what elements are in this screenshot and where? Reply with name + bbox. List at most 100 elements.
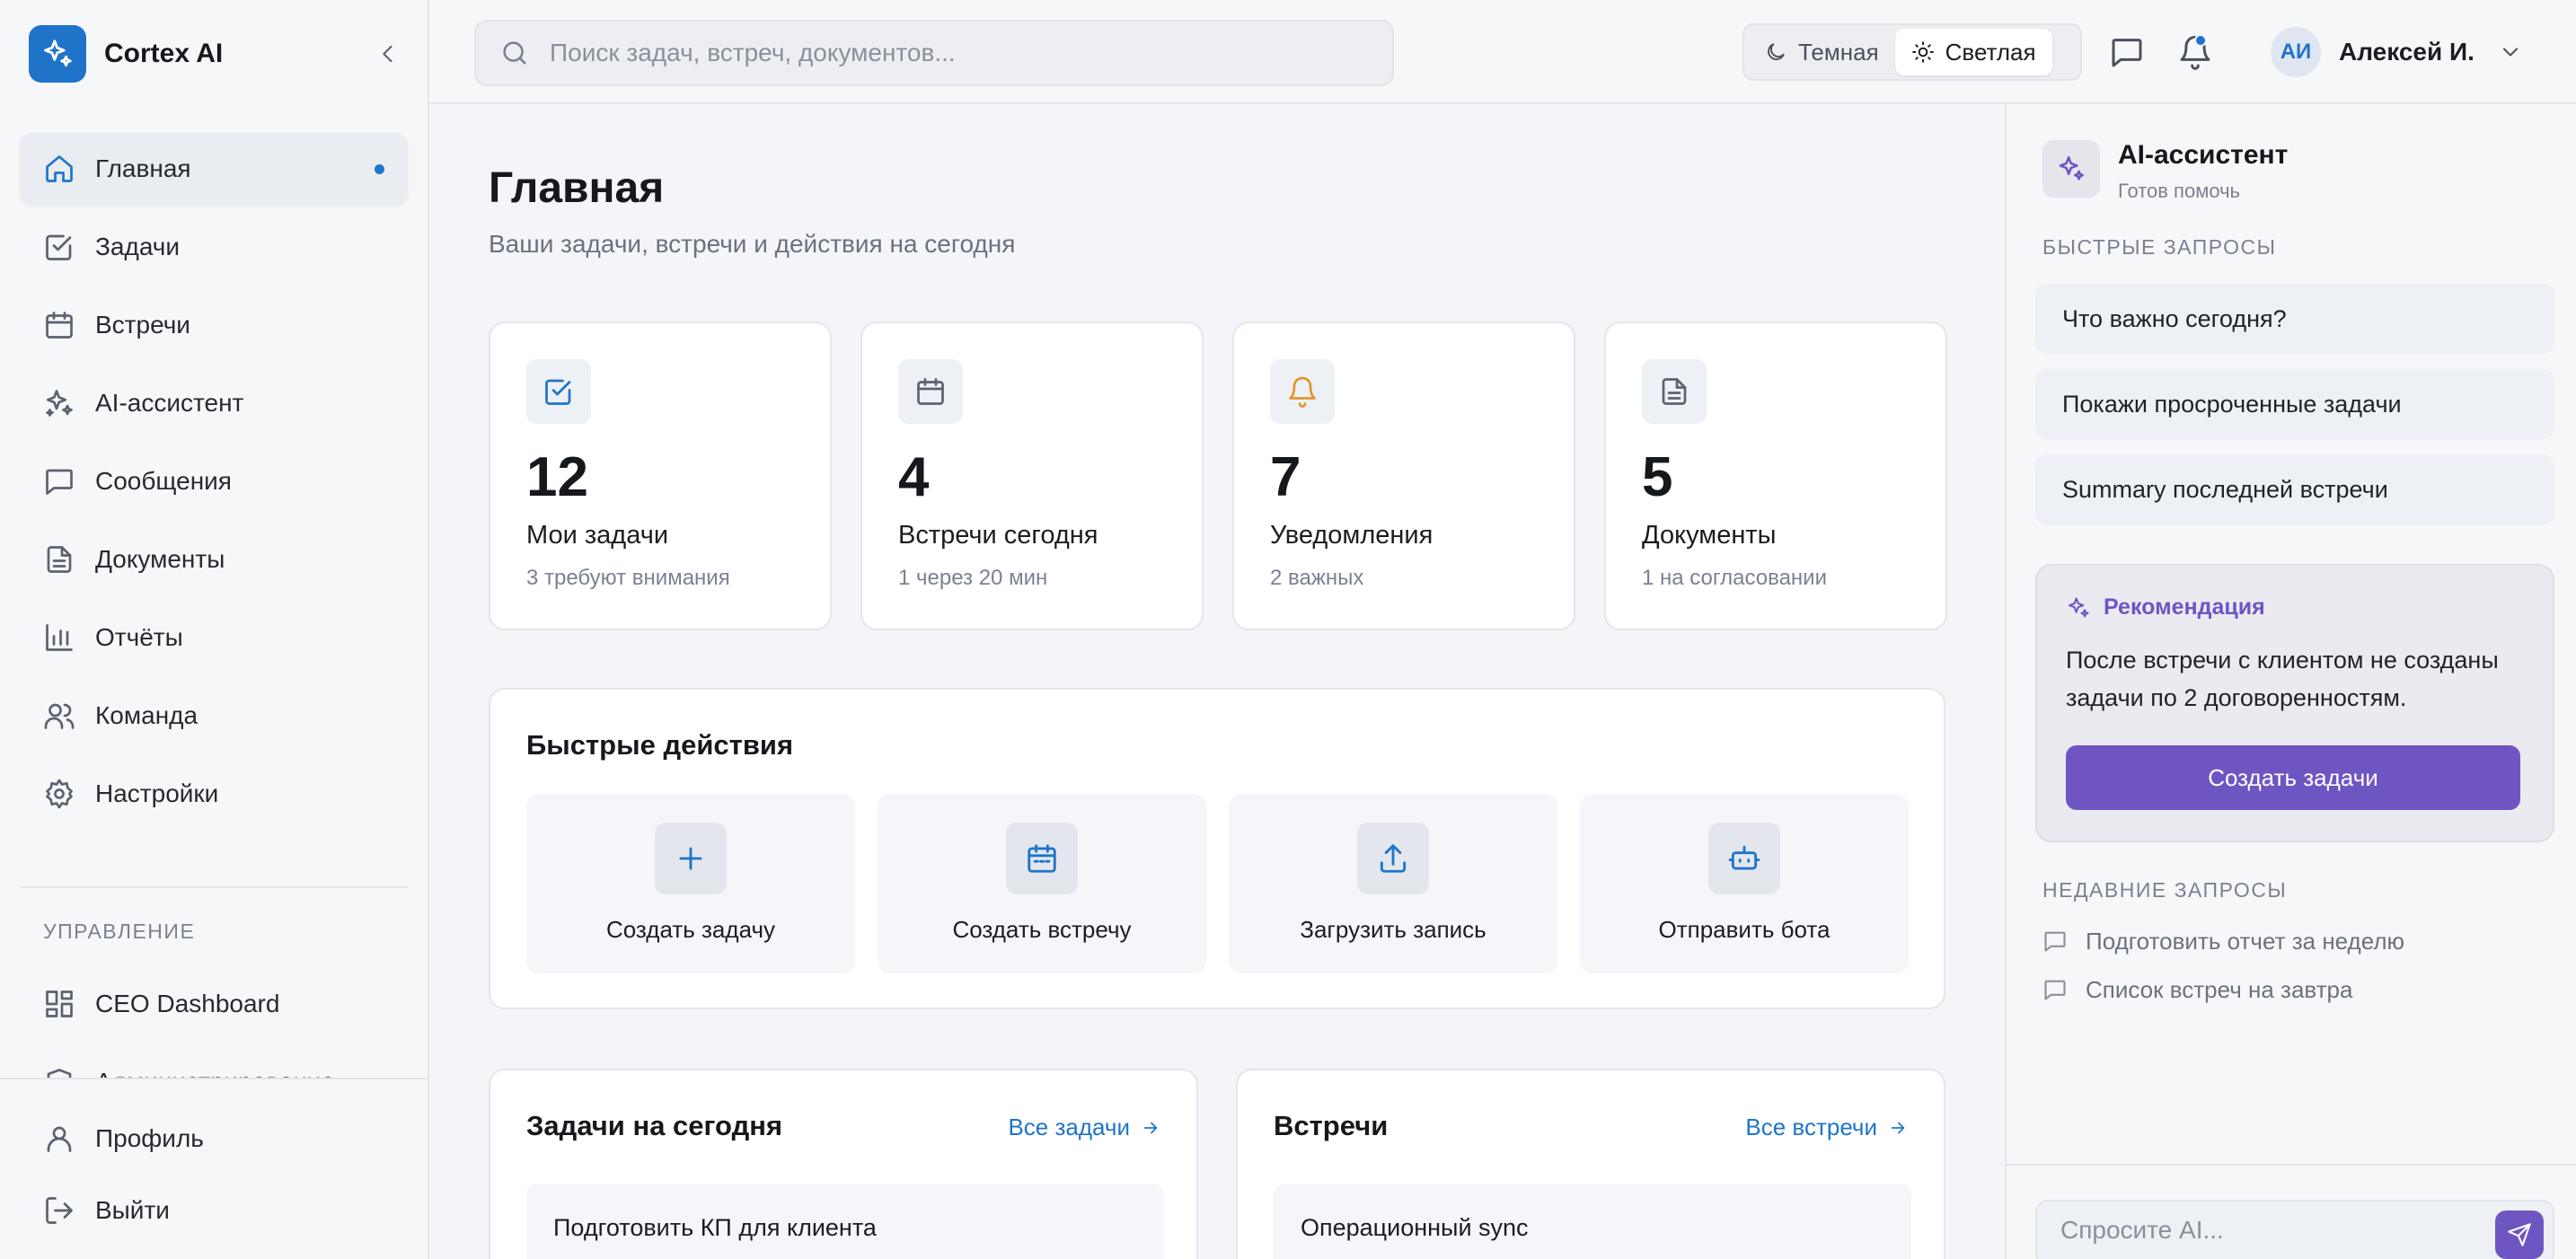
message-icon: [2112, 39, 2142, 67]
stat-card-documents[interactable]: 5 Документы 1 на согласовании: [1604, 321, 1947, 630]
stat-icon-box: [898, 359, 963, 424]
sun-icon: [1911, 41, 1934, 63]
stat-value: 12: [526, 446, 588, 508]
sidebar-bottom-divider: [0, 1078, 429, 1079]
sidebar-item-label: Встречи: [95, 311, 190, 339]
check-square-icon: [545, 379, 571, 405]
logout-icon: [46, 1197, 73, 1224]
sparkles-icon: [2059, 155, 2085, 180]
top-bar: Темная Светлая АИ Алексей И.: [429, 0, 2576, 104]
chevron-down-icon: [2502, 48, 2518, 57]
recent-prompt-item[interactable]: Список встреч на завтра: [2042, 972, 2352, 1008]
sidebar-item-logout[interactable]: Выйти: [20, 1175, 408, 1246]
ai-assistant-panel: AI-ассистент Готов помочь БЫСТРЫЕ ЗАПРОС…: [2005, 104, 2576, 1259]
sidebar-item-documents[interactable]: Документы: [20, 524, 408, 595]
all-tasks-label: Все задачи: [1008, 1114, 1130, 1140]
create-tasks-button[interactable]: Создать задачи: [2066, 745, 2520, 810]
stat-icon-box: [1270, 359, 1335, 424]
quick-prompt-button[interactable]: Что важно сегодня?: [2035, 284, 2554, 354]
quick-prompt-button[interactable]: Summary последней встречи: [2035, 454, 2554, 524]
ai-status: Готов помочь: [2118, 180, 2241, 202]
send-button[interactable]: [2495, 1211, 2544, 1259]
qa-icon-box: [655, 823, 727, 894]
stat-card-tasks[interactable]: 12 Мои задачи 3 требуют внимания: [489, 321, 832, 630]
sparkles-icon: [46, 390, 73, 417]
task-row[interactable]: Подготовить КП для клиента: [526, 1184, 1164, 1259]
sidebar: Cortex AI Главная Задачи Встречи AI-асси…: [0, 0, 429, 1259]
stat-subtext: 1 на согласовании: [1642, 566, 1827, 590]
sparkles-logo-icon: [29, 25, 86, 83]
user-name: Алексей И.: [2339, 38, 2475, 66]
brand-name: Cortex AI: [104, 39, 224, 68]
sidebar-item-profile[interactable]: Профиль: [20, 1103, 408, 1175]
sidebar-item-home[interactable]: Главная: [20, 133, 408, 205]
stat-label: Уведомления: [1270, 521, 1434, 550]
sidebar-item-meetings[interactable]: Встречи: [20, 289, 408, 361]
tasks-today-panel: Задачи на сегодня Все задачи Подготовить…: [489, 1069, 1198, 1259]
sidebar-item-label: Настройки: [95, 779, 219, 807]
sidebar-item-team[interactable]: Команда: [20, 680, 408, 752]
sidebar-item-settings[interactable]: Настройки: [20, 758, 408, 830]
users-icon: [44, 703, 75, 729]
all-tasks-link[interactable]: Все задачи: [1008, 1114, 1160, 1141]
create-task-button[interactable]: Создать задачу: [526, 794, 855, 973]
stat-card-notifications[interactable]: 7 Уведомления 2 важных: [1232, 321, 1575, 630]
theme-toggle: Темная Светлая: [1742, 23, 2082, 81]
sidebar-item-ceo-dashboard[interactable]: CEO Dashboard: [20, 968, 408, 1040]
stat-value: 5: [1642, 446, 1673, 508]
page-title: Главная: [489, 164, 665, 212]
sidebar-divider: [20, 886, 408, 888]
meeting-row[interactable]: Операционный sync: [1274, 1184, 1911, 1259]
message-icon: [2044, 931, 2066, 952]
collapse-sidebar-button[interactable]: [370, 36, 406, 72]
sidebar-item-messages[interactable]: Сообщения: [20, 445, 408, 517]
all-meetings-label: Все встречи: [1745, 1114, 1877, 1140]
qa-label: Отправить бота: [1658, 916, 1831, 943]
arrow-right-icon: [1143, 1122, 1158, 1133]
sidebar-item-administration[interactable]: Администрирование: [20, 1046, 408, 1079]
bar-chart-icon: [46, 624, 73, 651]
user-menu[interactable]: АИ Алексей И.: [2271, 27, 2523, 77]
sidebar-item-label: Главная: [95, 154, 191, 182]
meetings-title: Встречи: [1274, 1110, 1389, 1141]
qa-label: Создать встречу: [952, 916, 1132, 943]
create-meeting-button[interactable]: Создать встречу: [878, 794, 1206, 973]
sidebar-item-ai-assistant[interactable]: AI-ассистент: [20, 367, 408, 439]
theme-light-button[interactable]: Светлая: [1894, 29, 2052, 75]
theme-dark-button[interactable]: Темная: [1748, 29, 1895, 75]
stat-icon-box: [1642, 359, 1707, 424]
recent-prompt-item[interactable]: Подготовить отчет за неделю: [2042, 923, 2404, 959]
messages-button[interactable]: [2109, 34, 2145, 70]
theme-dark-label: Темная: [1798, 38, 1879, 66]
dashboard-icon: [46, 990, 73, 1017]
check-square-icon: [46, 234, 72, 260]
quick-prompt-button[interactable]: Покажи просроченные задачи: [2035, 369, 2554, 439]
quick-actions-title: Быстрые действия: [526, 729, 794, 761]
ai-panel-title: AI-ассистент: [2118, 140, 2289, 170]
bell-icon: [1289, 376, 1316, 408]
recent-prompt-text: Подготовить отчет за неделю: [2086, 927, 2404, 955]
calendar-icon: [917, 378, 944, 405]
ask-ai-input[interactable]: [2060, 1216, 2456, 1245]
theme-light-label: Светлая: [1945, 38, 2036, 66]
all-meetings-link[interactable]: Все встречи: [1745, 1114, 1908, 1141]
brand[interactable]: Cortex AI: [29, 25, 406, 83]
ai-avatar: [2042, 140, 2100, 198]
upload-recording-button[interactable]: Загрузить запись: [1229, 794, 1557, 973]
sidebar-item-label: Документы: [95, 545, 225, 573]
task-title: Подготовить КП для клиента: [553, 1214, 877, 1241]
sidebar-item-label: Задачи: [95, 233, 181, 260]
qa-icon-box: [1357, 823, 1429, 894]
search-bar[interactable]: [474, 20, 1394, 86]
moon-icon: [1768, 43, 1785, 60]
recent-prompts-label: НЕДАВНИЕ ЗАПРОСЫ: [2042, 878, 2288, 902]
stat-subtext: 1 через 20 мин: [898, 566, 1048, 590]
sidebar-item-reports[interactable]: Отчёты: [20, 602, 408, 674]
section-label-management: УПРАВЛЕНИЕ: [43, 920, 196, 943]
sidebar-item-tasks[interactable]: Задачи: [20, 211, 408, 283]
sidebar-item-label: CEO Dashboard: [95, 990, 280, 1017]
stat-card-meetings[interactable]: 4 Встречи сегодня 1 через 20 мин: [860, 321, 1204, 630]
notification-badge: [2194, 34, 2207, 47]
search-input[interactable]: [550, 39, 1358, 67]
send-bot-button[interactable]: Отправить бота: [1580, 794, 1909, 973]
